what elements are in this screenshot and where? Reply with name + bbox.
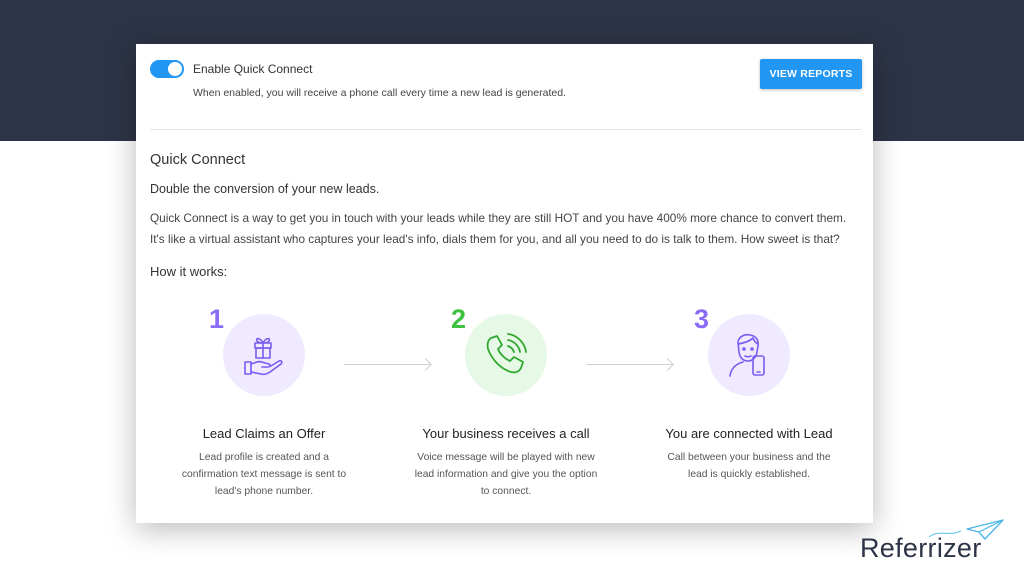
gift-hand-icon	[244, 337, 283, 376]
view-reports-button[interactable]: VIEW REPORTS	[760, 59, 862, 89]
step-2-title: Your business receives a call	[422, 426, 590, 441]
toggle-description: When enabled, you will receive a phone c…	[193, 87, 566, 99]
step-3-number: 3	[694, 304, 710, 334]
quick-connect-toggle[interactable]	[150, 60, 184, 78]
quick-connect-card: Enable Quick Connect When enabled, you w…	[136, 44, 873, 523]
divider	[150, 129, 861, 130]
description: Quick Connect is a way to get you in tou…	[150, 211, 847, 246]
step-3-text: Call between your business and the lead …	[667, 452, 831, 480]
step-2-number: 2	[451, 304, 467, 334]
step-3-title: You are connected with Lead	[665, 426, 833, 441]
step-2: 2 Your business receives a call Voice me…	[396, 304, 616, 500]
step-3: 3 You are connected with Lead Call betwe…	[639, 304, 859, 483]
step-1-number: 1	[209, 304, 225, 334]
step-3-circle: 3	[694, 304, 790, 396]
step-1-title: Lead Claims an Offer	[202, 426, 326, 441]
tagline: Double the conversion of your new leads.	[150, 182, 380, 196]
phone-call-icon	[486, 333, 527, 374]
step-1-circle: 1	[209, 304, 305, 396]
step-1-text: Lead profile is created and a confirmati…	[181, 452, 347, 497]
step-1: 1 Lead Claims an Offer Lead profile is c…	[154, 304, 374, 500]
section-title: Quick Connect	[150, 152, 246, 168]
toggle-label: Enable Quick Connect	[193, 62, 313, 76]
person-phone-icon	[729, 333, 765, 377]
how-it-works-heading: How it works:	[150, 264, 228, 279]
step-2-text: Voice message will be played with new le…	[414, 452, 598, 497]
toggle-knob	[168, 62, 182, 76]
logo-text: Referrizer	[860, 533, 982, 563]
step-2-circle: 2	[451, 304, 547, 396]
referrizer-logo: Referrizer	[857, 517, 1012, 567]
